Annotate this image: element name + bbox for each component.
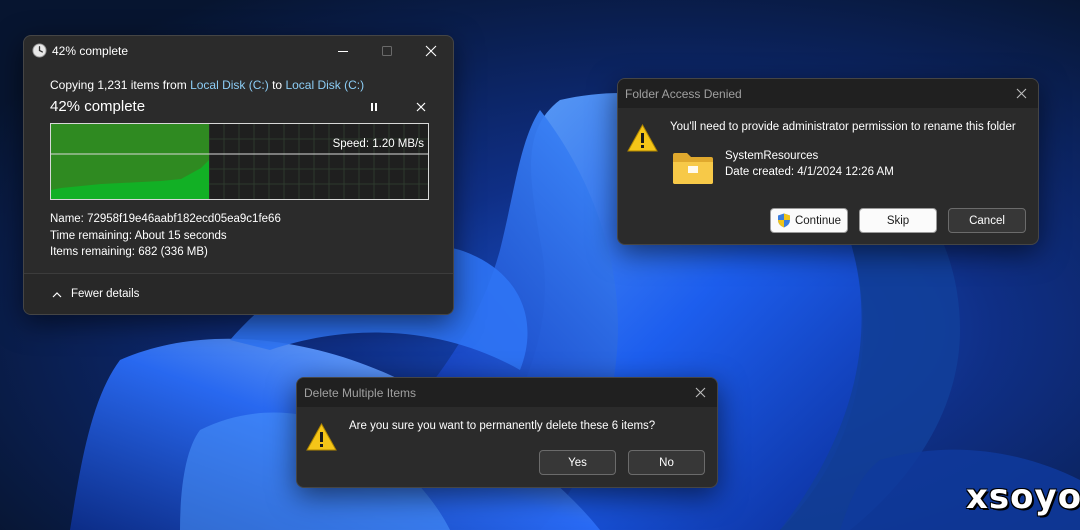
maximize-button <box>364 36 410 66</box>
close-icon <box>425 45 437 57</box>
pause-icon[interactable] <box>369 102 379 112</box>
destination-link[interactable]: Local Disk (C:) <box>285 78 364 92</box>
details-footer: Fewer details <box>24 273 453 314</box>
uac-shield-icon <box>777 213 790 228</box>
minimize-icon <box>337 50 348 52</box>
window-title: 42% complete <box>52 44 129 58</box>
skip-label: Skip <box>886 214 910 227</box>
title-bar[interactable]: Folder Access Denied <box>618 79 1038 108</box>
maximize-icon <box>381 45 392 56</box>
yes-label: Yes <box>568 456 587 469</box>
folder-access-denied-dialog: Folder Access Denied You'll need to prov… <box>617 78 1039 245</box>
cancel-button[interactable]: Cancel <box>948 208 1026 233</box>
close-icon <box>695 387 705 398</box>
items-remaining: Items remaining: 682 (336 MB) <box>50 246 208 258</box>
watermark-logo: xsoyo <box>966 477 1080 517</box>
transfer-speed-graph: Speed: 1.20 MB/s <box>50 123 429 200</box>
time-remaining: Time remaining: About 15 seconds <box>50 229 227 242</box>
title-bar[interactable]: 42% complete <box>24 36 453 66</box>
fewer-details-label: Fewer details <box>71 288 140 300</box>
speed-label: Speed: 1.20 MB/s <box>332 138 424 150</box>
close-icon <box>1016 88 1026 99</box>
close-button[interactable] <box>1004 79 1038 108</box>
copy-summary: Copying 1,231 items from Local Disk (C:)… <box>50 78 430 92</box>
transfer-details: Name: 72958f19e46aabf182ecd05ea9c1fe66 T… <box>50 211 281 261</box>
summary-prefix: Copying 1,231 items from <box>50 78 191 92</box>
title-bar[interactable]: Delete Multiple Items <box>297 378 717 407</box>
permission-message: You'll need to provide administrator per… <box>670 121 1016 133</box>
summary-mid: to <box>268 78 286 92</box>
minimize-button[interactable] <box>320 36 366 66</box>
progress-heading: 42% complete <box>50 98 146 115</box>
fewer-details-button[interactable]: Fewer details <box>52 288 139 300</box>
chevron-up-icon <box>52 291 62 297</box>
dialog-title: Delete Multiple Items <box>304 386 417 400</box>
folder-info: SystemResources Date created: 4/1/2024 1… <box>725 148 894 180</box>
yes-button[interactable]: Yes <box>539 450 616 475</box>
clock-icon <box>32 43 47 58</box>
delete-confirmation-message: Are you sure you want to permanently del… <box>349 420 656 432</box>
folder-date-created: Date created: 4/1/2024 12:26 AM <box>725 166 894 178</box>
no-button[interactable]: No <box>628 450 705 475</box>
folder-icon <box>673 153 713 184</box>
file-name: Name: 72958f19e46aabf182ecd05ea9c1fe66 <box>50 213 281 225</box>
folder-name: SystemResources <box>725 150 819 162</box>
source-link[interactable]: Local Disk (C:) <box>190 78 269 92</box>
continue-label: Continue <box>794 214 842 227</box>
delete-multiple-items-dialog: Delete Multiple Items Are you sure you w… <box>296 377 718 488</box>
cancel-label: Cancel <box>969 214 1005 227</box>
skip-button[interactable]: Skip <box>859 208 937 233</box>
stop-icon[interactable] <box>415 101 427 113</box>
close-button[interactable] <box>683 378 717 407</box>
graph-grid <box>208 124 428 199</box>
dialog-title: Folder Access Denied <box>625 87 742 101</box>
warning-icon <box>306 423 337 451</box>
copy-progress-window: 42% complete Copying 1,231 items from Lo… <box>23 35 454 315</box>
no-label: No <box>659 456 674 469</box>
warning-icon <box>627 124 658 152</box>
continue-button[interactable]: Continue <box>770 208 848 233</box>
close-button[interactable] <box>408 36 453 66</box>
speed-graph-canvas <box>51 124 428 199</box>
